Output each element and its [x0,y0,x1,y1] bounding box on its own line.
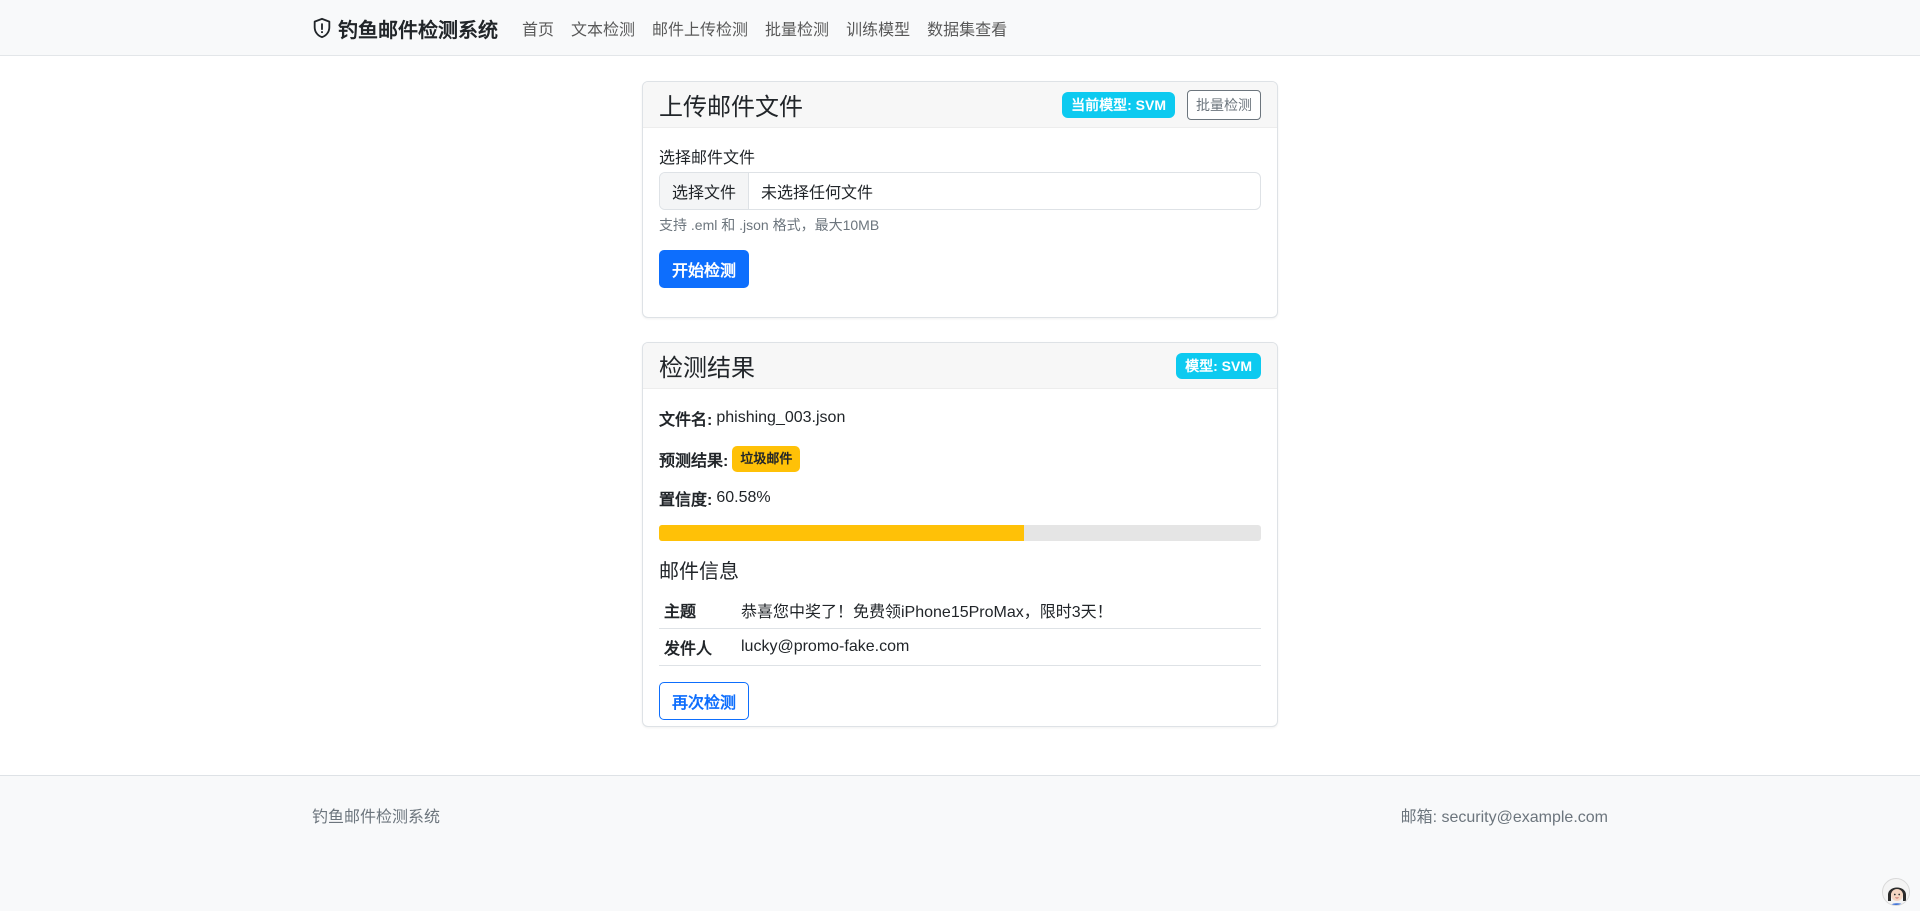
upload-header-actions: 当前模型: SVM 批量检测 [1062,89,1261,120]
sender-key: 发件人 [659,628,736,666]
nav-link-text-detect[interactable]: 文本检测 [571,16,635,40]
upload-card-body: 选择邮件文件 选择文件 未选择任何文件 支持 .eml 和 .json 格式，最… [643,128,1277,304]
nav-link-home[interactable]: 首页 [522,16,554,40]
file-field-label: 选择邮件文件 [659,150,756,167]
table-row: 主题 恭喜您中奖了！免费领iPhone15ProMax，限时3天！ [659,592,1261,629]
upload-card: 上传邮件文件 当前模型: SVM 批量检测 选择邮件文件 选择文件 未选择任何文… [642,81,1278,318]
shield-exclamation-icon [311,17,333,39]
start-detect-button[interactable]: 开始检测 [659,250,750,288]
confidence-row: 置信度: 60.58% [659,487,1261,509]
nav-link-train-model[interactable]: 训练模型 [846,16,910,40]
prediction-row: 预测结果: 垃圾邮件 [659,446,1261,472]
confidence-progress-bar [659,525,1024,541]
assistant-avatar-icon[interactable] [1882,878,1910,906]
nav-link-upload-detect[interactable]: 邮件上传检测 [652,16,748,40]
subject-key: 主题 [659,592,736,629]
sender-value: lucky@promo-fake.com [736,628,1261,666]
prediction-badge: 垃圾邮件 [732,446,801,472]
file-status-text: 未选择任何文件 [761,185,874,202]
footer-email: 邮箱: security@example.com [1400,809,1608,826]
result-card-header: 检测结果 模型: SVM [643,343,1277,389]
filename-value: phishing_003.json [716,409,846,426]
upload-card-header: 上传邮件文件 当前模型: SVM 批量检测 [643,82,1277,128]
result-card: 检测结果 模型: SVM 文件名: phishing_003.json 预测结果… [642,342,1278,727]
prediction-label: 预测结果: [659,453,729,470]
file-help-text: 支持 .eml 和 .json 格式，最大10MB [659,217,880,233]
mail-info-title: 邮件信息 [659,561,739,583]
filename-row: 文件名: phishing_003.json [659,407,1261,429]
result-card-title: 检测结果 [659,355,755,382]
current-model-badge: 当前模型: SVM [1062,91,1175,118]
brand[interactable]: 钓鱼邮件检测系统 [311,14,498,43]
nav-link-batch-detect[interactable]: 批量检测 [765,16,829,40]
choose-file-button[interactable]: 选择文件 [660,173,750,209]
result-model-badge: 模型: SVM [1176,352,1261,379]
mail-info-table: 主题 恭喜您中奖了！免费领iPhone15ProMax，限时3天！ 发件人 lu… [659,592,1261,666]
navbar-content: 钓鱼邮件检测系统 首页 文本检测 邮件上传检测 批量检测 训练模型 数据集查看 [311,0,1024,56]
table-row: 发件人 lucky@promo-fake.com [659,628,1261,666]
result-card-body: 文件名: phishing_003.json 预测结果: 垃圾邮件 置信度: 6… [643,389,1277,726]
subject-value: 恭喜您中奖了！免费领iPhone15ProMax，限时3天！ [736,592,1261,629]
confidence-progress [659,525,1261,541]
file-input[interactable]: 选择文件 未选择任何文件 [659,172,1261,210]
footer-brand: 钓鱼邮件检测系统 [312,809,441,826]
retry-detect-button[interactable]: 再次检测 [659,682,750,720]
nav-link-dataset[interactable]: 数据集查看 [927,16,1007,40]
navbar: 钓鱼邮件检测系统 首页 文本检测 邮件上传检测 批量检测 训练模型 数据集查看 [0,0,1920,56]
brand-title: 钓鱼邮件检测系统 [338,19,498,42]
filename-label: 文件名: [659,412,713,429]
confidence-value: 60.58% [716,489,771,506]
upload-card-title: 上传邮件文件 [659,94,803,121]
batch-detect-button[interactable]: 批量检测 [1187,89,1261,120]
footer: 钓鱼邮件检测系统 邮箱: security@example.com [0,775,1920,911]
confidence-label: 置信度: [659,492,713,509]
